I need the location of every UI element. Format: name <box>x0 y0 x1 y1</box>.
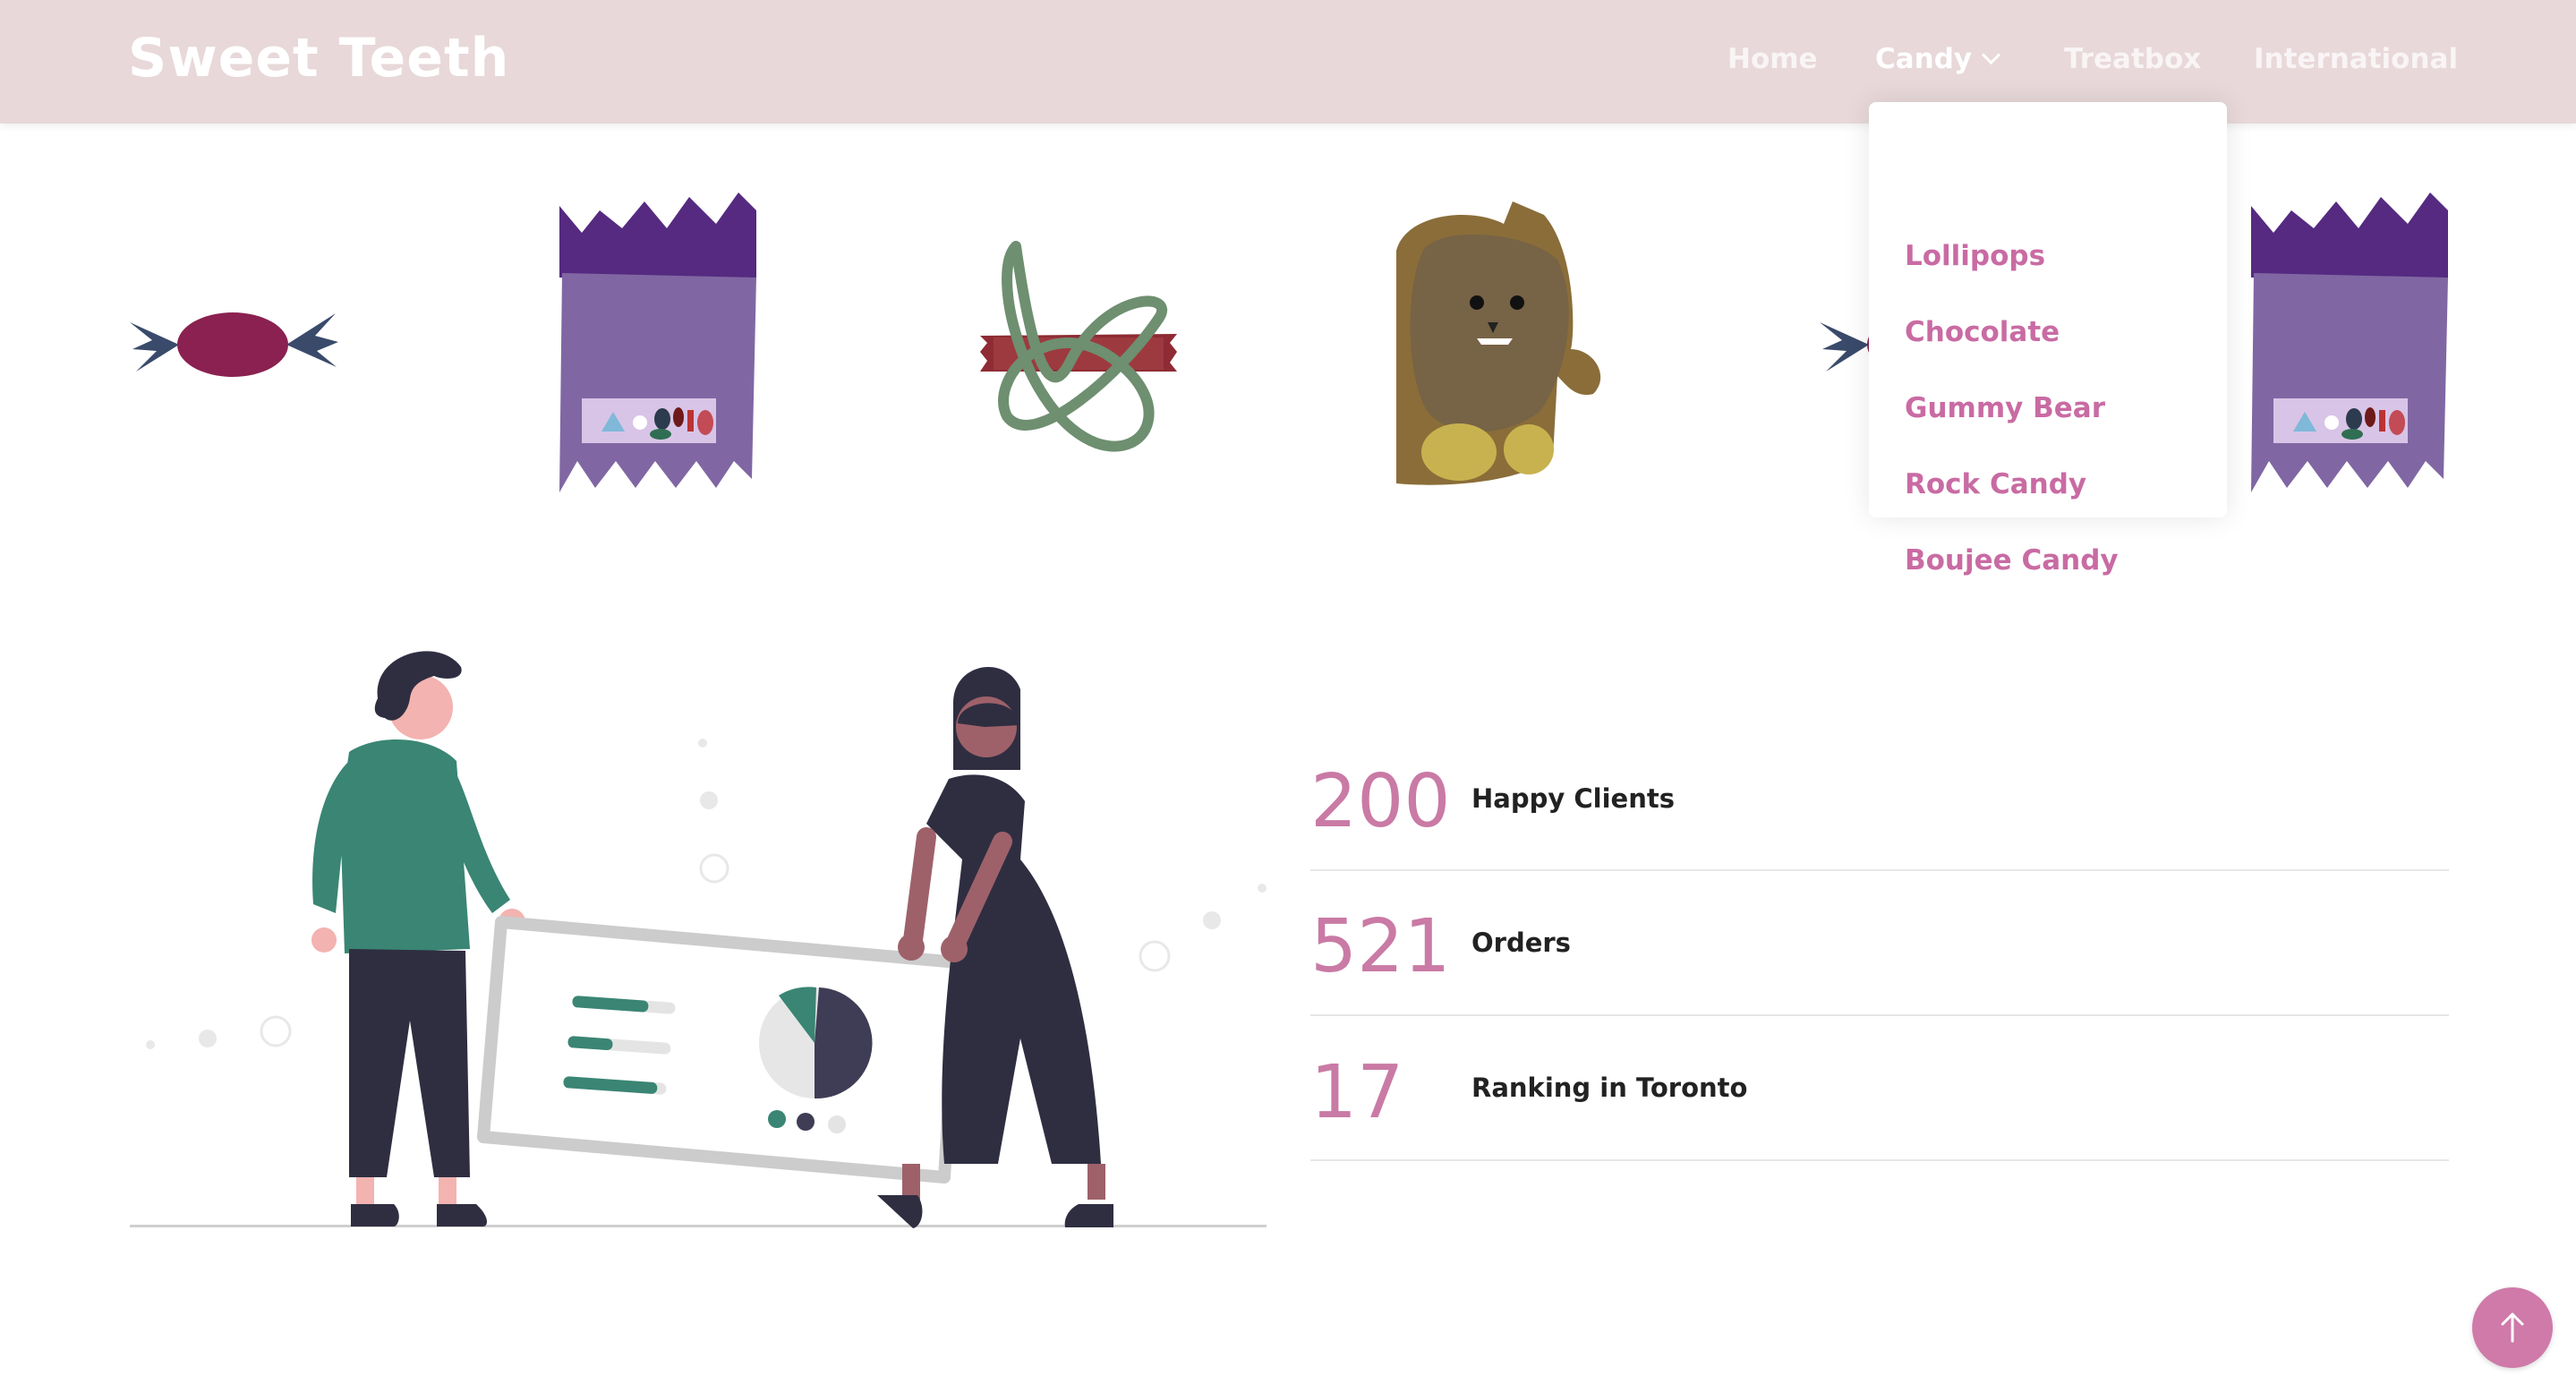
nav-candy-label: Candy <box>1875 43 1973 75</box>
candy-bag-image-2 <box>2251 192 2448 492</box>
candy-bag-image <box>559 192 756 492</box>
dropdown-item-gummy-bear[interactable]: Gummy Bear <box>1905 392 2105 424</box>
brand-logo[interactable]: Sweet Teeth <box>128 27 509 90</box>
candy-dropdown-menu: Lollipops Chocolate Gummy Bear Rock Cand… <box>1869 102 2227 577</box>
back-to-top-button[interactable] <box>2472 1287 2553 1368</box>
stat-label-orders: Orders <box>1471 927 1571 958</box>
stat-value-happy-clients: 200 <box>1310 759 1451 844</box>
chocolate-bar-image <box>980 241 1177 452</box>
arrow-up-icon <box>2501 1312 2524 1343</box>
wrapped-candy-image <box>130 312 338 377</box>
stat-divider <box>1310 869 2449 871</box>
nav-candy[interactable]: Candy <box>1875 43 2001 75</box>
nav-home[interactable]: Home <box>1727 43 1818 75</box>
stat-value-ranking: 17 <box>1310 1050 1404 1135</box>
stat-label-happy-clients: Happy Clients <box>1471 783 1675 814</box>
chevron-down-icon <box>1982 45 2001 65</box>
stat-value-orders: 521 <box>1310 904 1451 989</box>
gummy-bear-image <box>1396 201 1601 485</box>
dropdown-item-lollipops[interactable]: Lollipops <box>1905 240 2045 272</box>
people-dashboard-illustration <box>130 651 1267 1228</box>
stat-label-ranking: Ranking in Toronto <box>1471 1073 1748 1103</box>
dropdown-item-chocolate[interactable]: Chocolate <box>1905 316 2060 348</box>
dropdown-item-rock-candy[interactable]: Rock Candy <box>1905 468 2086 500</box>
dropdown-item-boujee-candy[interactable]: Boujee Candy <box>1905 544 2119 577</box>
nav-treatbox[interactable]: Treatbox <box>2064 43 2201 75</box>
stat-divider <box>1310 1014 2449 1016</box>
stat-divider <box>1310 1159 2449 1161</box>
nav-international[interactable]: International <box>2254 43 2458 75</box>
